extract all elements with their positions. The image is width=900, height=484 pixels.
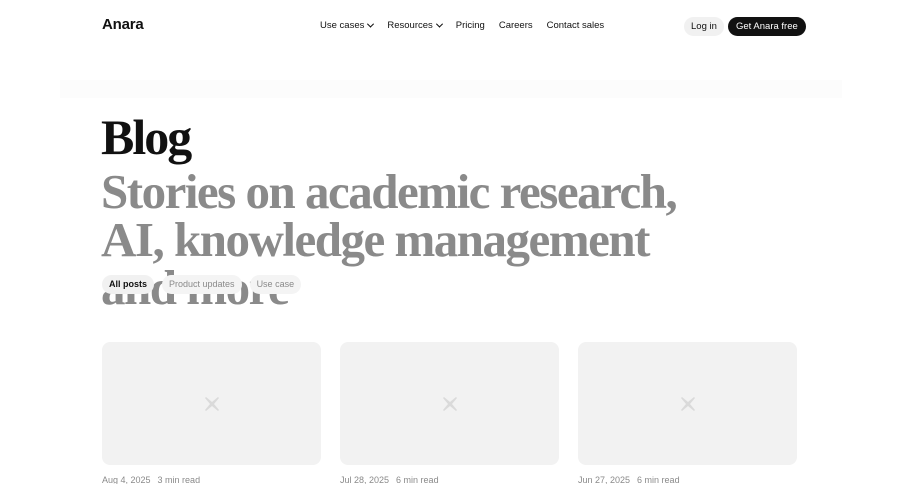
nav-careers-label: Careers (498, 20, 533, 31)
chevron-down-icon (367, 20, 375, 28)
nav-use-cases[interactable]: Use cases (320, 20, 375, 31)
nav-links: Use cases Resources Pricing Careers Cont… (320, 20, 618, 31)
filter-use-case[interactable]: Use case (249, 275, 302, 294)
nav-pricing-label: Pricing (455, 20, 485, 31)
post-meta: Aug 4, 2025 3 min read (102, 475, 321, 484)
post-card[interactable]: Aug 4, 2025 3 min read (102, 342, 321, 484)
nav-use-cases-label: Use cases (320, 20, 365, 31)
post-card[interactable]: Jun 27, 2025 6 min read (578, 342, 797, 484)
post-meta: Jun 27, 2025 6 min read (578, 475, 797, 484)
post-read-time: 6 min read (396, 475, 439, 484)
category-filters: All posts Product updates Use case (102, 275, 302, 294)
post-date: Jul 28, 2025 (340, 475, 390, 484)
nav-careers[interactable]: Careers (499, 20, 533, 31)
anara-logo[interactable]: Anara (102, 16, 144, 33)
broken-image-icon (205, 397, 219, 411)
login-button[interactable]: Log in (684, 17, 724, 36)
post-date: Jun 27, 2025 (578, 475, 631, 484)
chevron-down-icon (435, 20, 443, 28)
banner-strip (60, 80, 842, 98)
nav-contact-sales-label: Contact sales (546, 20, 605, 31)
get-anara-free-button[interactable]: Get Anara free (728, 17, 806, 36)
post-date: Aug 4, 2025 (102, 475, 151, 484)
broken-image-icon (443, 397, 457, 411)
post-read-time: 3 min read (157, 475, 201, 484)
post-meta: Jul 28, 2025 6 min read (340, 475, 559, 484)
nav-pricing[interactable]: Pricing (456, 20, 485, 31)
top-nav: Anara Use cases Resources Pricing Career… (0, 0, 900, 52)
post-thumbnail[interactable] (578, 342, 797, 465)
nav-resources-label: Resources (387, 20, 433, 31)
post-card[interactable]: Jul 28, 2025 6 min read (340, 342, 559, 484)
page-title: Blog (101, 109, 192, 165)
post-thumbnail[interactable] (340, 342, 559, 465)
nav-resources[interactable]: Resources (387, 20, 443, 31)
post-thumbnail[interactable] (102, 342, 321, 465)
filter-product-updates[interactable]: Product updates (162, 275, 242, 294)
broken-image-icon (681, 397, 695, 411)
filter-all-posts[interactable]: All posts (102, 275, 155, 294)
post-read-time: 6 min read (637, 475, 680, 484)
nav-contact-sales[interactable]: Contact sales (547, 20, 605, 31)
